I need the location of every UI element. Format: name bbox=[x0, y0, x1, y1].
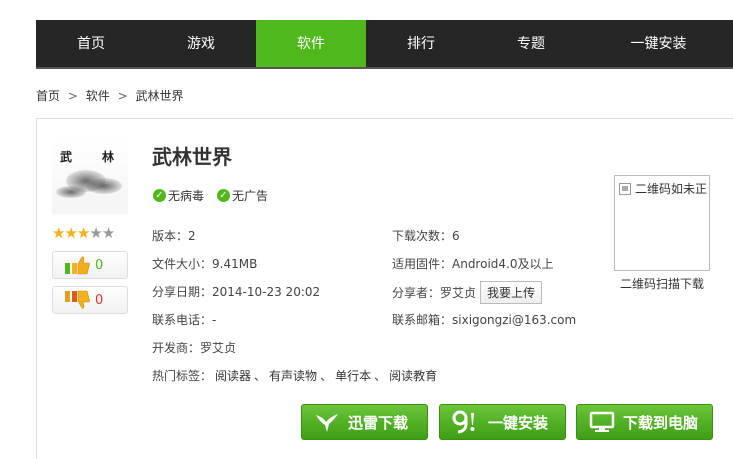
breadcrumb-separator: > bbox=[67, 89, 78, 103]
version-field: 版本：2 bbox=[152, 229, 196, 243]
file-size-field: 文件大小：9.41MB bbox=[152, 257, 258, 271]
sharer-field: 分享者：罗艾贞 我要上传 bbox=[392, 281, 543, 304]
no-ads-badge: ✓ 无广告 bbox=[217, 187, 268, 204]
no-virus-badge: ✓ 无病毒 bbox=[153, 187, 204, 204]
logo-char: 武 bbox=[60, 150, 73, 164]
nav-item-software[interactable]: 软件 bbox=[256, 20, 366, 67]
breadcrumb-software[interactable]: 软件 bbox=[86, 89, 110, 103]
email-field: 联系邮箱：sixigongzi@163.com bbox=[392, 313, 577, 327]
like-count: 0 bbox=[95, 257, 104, 273]
tag-separator: 、 bbox=[320, 369, 333, 383]
nav-item-ranking[interactable]: 排行 bbox=[366, 20, 476, 67]
tag-link[interactable]: 有声读物 bbox=[269, 369, 317, 383]
check-icon: ✓ bbox=[153, 189, 166, 202]
qr-code-image: 二维码如未正 bbox=[614, 175, 710, 271]
breadcrumb-current: 武林世界 bbox=[135, 89, 184, 103]
monitor-icon bbox=[589, 411, 615, 432]
tag-separator: 、 bbox=[374, 369, 387, 383]
tag-link[interactable]: 单行本 bbox=[335, 369, 371, 383]
app-logo: 武 林 bbox=[52, 138, 128, 214]
breadcrumb-home[interactable]: 首页 bbox=[36, 89, 60, 103]
hot-tags: 热门标签： 阅读器、有声读物、单行本、阅读教育 bbox=[152, 367, 440, 384]
tags-label: 热门标签： bbox=[152, 369, 213, 383]
firmware-field: 适用固件：Android4.0及以上 bbox=[392, 257, 554, 271]
tag-separator: 、 bbox=[254, 369, 267, 383]
share-date-field: 分享日期：2014-10-23 20:02 bbox=[152, 285, 321, 299]
download-to-pc-button[interactable]: 下载到电脑 bbox=[576, 404, 713, 440]
nav-item-games[interactable]: 游戏 bbox=[146, 20, 256, 67]
badge-label: 无病毒 bbox=[168, 189, 205, 203]
breadcrumb: 首页 > 软件 > 武林世界 bbox=[36, 87, 187, 104]
qr-alt-text: 二维码如未正 bbox=[635, 182, 708, 196]
download-to-pc-label: 下载到电脑 bbox=[623, 413, 699, 432]
one-click-install-button[interactable]: 一键安装 bbox=[439, 404, 566, 440]
badge-label: 无广告 bbox=[232, 189, 269, 203]
one-click-install-label: 一键安装 bbox=[488, 413, 549, 432]
wandoujia-icon bbox=[452, 410, 475, 434]
thumbs-down-icon bbox=[65, 290, 90, 309]
logo-mountain bbox=[86, 178, 122, 194]
rating-stars: ★★★★★ bbox=[52, 224, 115, 242]
sharer-label: 分享者：罗艾贞 bbox=[392, 286, 477, 300]
nav-item-one-click-install[interactable]: 一键安装 bbox=[586, 20, 731, 67]
star-filled-icon: ★ bbox=[64, 224, 77, 242]
broken-image-icon bbox=[619, 183, 631, 195]
breadcrumb-separator: > bbox=[117, 89, 128, 103]
upload-button[interactable]: 我要上传 bbox=[480, 281, 543, 304]
star-empty-icon: ★ bbox=[101, 224, 115, 242]
nav-item-home[interactable]: 首页 bbox=[36, 20, 146, 67]
nav-item-topics[interactable]: 专题 bbox=[476, 20, 586, 67]
tag-link[interactable]: 阅读器 bbox=[215, 369, 251, 383]
check-icon: ✓ bbox=[217, 189, 230, 202]
app-title: 武林世界 bbox=[152, 145, 232, 169]
logo-char: 林 bbox=[102, 150, 115, 164]
dislike-count: 0 bbox=[95, 292, 104, 308]
xunlei-download-button[interactable]: 迅雷下载 bbox=[301, 404, 428, 440]
dislike-button[interactable]: 0 bbox=[52, 286, 128, 314]
download-count-field: 下载次数：6 bbox=[392, 229, 460, 243]
top-nav: 首页 游戏 软件 排行 专题 一键安装 bbox=[36, 20, 733, 69]
tag-link[interactable]: 阅读教育 bbox=[389, 369, 437, 383]
like-button[interactable]: 0 bbox=[52, 251, 128, 279]
star-filled-icon: ★ bbox=[52, 224, 65, 242]
phone-field: 联系电话：- bbox=[152, 313, 217, 327]
qr-caption: 二维码扫描下载 bbox=[620, 277, 705, 291]
logo-mountain bbox=[56, 186, 86, 198]
star-empty-icon: ★ bbox=[89, 224, 102, 242]
star-filled-icon: ★ bbox=[76, 224, 90, 242]
hummingbird-icon bbox=[316, 414, 338, 432]
xunlei-download-label: 迅雷下载 bbox=[348, 413, 409, 432]
developer-field: 开发商：罗艾贞 bbox=[152, 341, 237, 355]
thumbs-up-icon bbox=[65, 256, 90, 275]
